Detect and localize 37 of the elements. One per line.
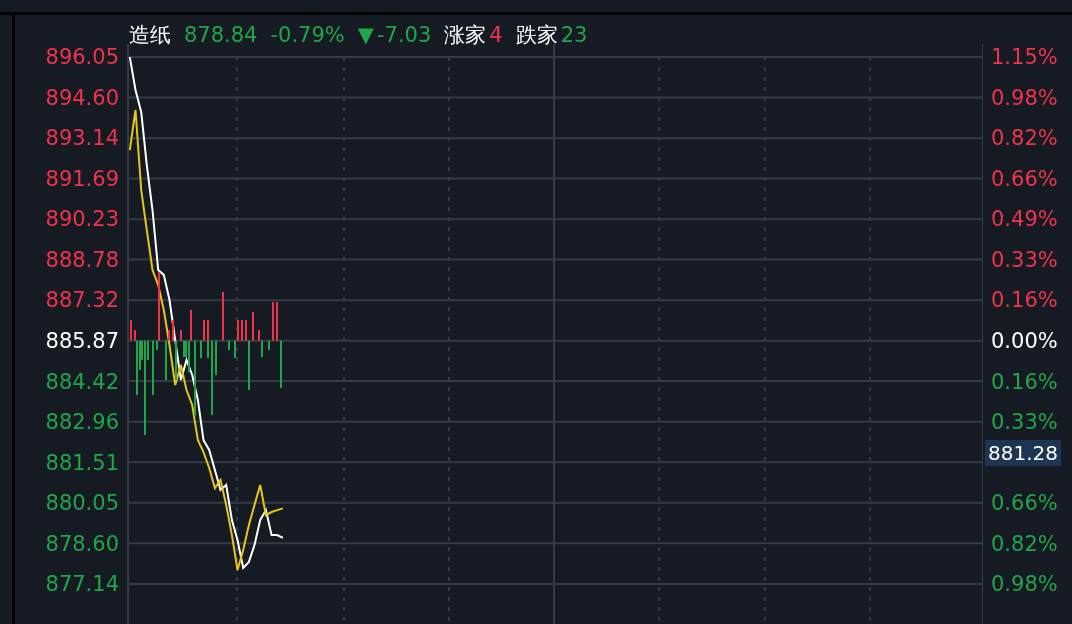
price-axis-label: 888.78 (45, 247, 119, 272)
price-axis-label: 880.05 (45, 491, 119, 516)
index-price: 878.84 (184, 22, 258, 47)
percent-axis-label: 0.98% (991, 85, 1058, 110)
price-axis-label: 881.51 (45, 450, 119, 475)
price-axis-label: 896.05 (45, 45, 119, 70)
price-axis-label: 885.87 (45, 329, 119, 353)
percent-axis-label: 0.66% (991, 166, 1058, 191)
change-percent: -0.79% (270, 22, 345, 47)
price-axis-label: 894.60 (45, 85, 119, 110)
index-name: 造纸 (129, 21, 171, 49)
down-arrow-icon: ▼ (357, 22, 374, 47)
price-axis-label: 891.69 (45, 166, 119, 191)
price-axis-label: 887.32 (45, 288, 119, 313)
price-axis-label: 884.42 (45, 369, 119, 394)
price-axis-label: 893.14 (45, 126, 119, 151)
percent-axis-label: 0.16% (991, 288, 1058, 313)
price-axis-label: 890.23 (45, 207, 119, 232)
advancers-label: 涨家 (444, 21, 487, 49)
decliners-count: 23 (560, 22, 588, 47)
price-axis-label: 877.14 (45, 572, 119, 597)
percent-axis-label: 0.16% (991, 369, 1058, 394)
percent-axis-label: 0.66% (991, 491, 1058, 516)
percent-axis-label: 0.33% (991, 247, 1058, 272)
change-value: -7.03 (376, 22, 432, 47)
percent-axis-label: 0.00% (991, 329, 1058, 353)
decliners-label: 跌家 (515, 21, 558, 49)
percent-axis-label: 1.15% (991, 45, 1058, 70)
cursor-price-tag: 881.28 (985, 439, 1061, 466)
advancers-count: 4 (489, 22, 503, 47)
percent-axis-label: 0.82% (991, 126, 1058, 151)
percent-axis-label: 0.98% (991, 572, 1058, 597)
price-axis-label: 878.60 (45, 531, 119, 556)
percent-axis-label: 0.33% (991, 410, 1058, 435)
percent-axis-label: 0.49% (991, 207, 1058, 232)
price-axis-label: 882.96 (45, 410, 119, 435)
percent-axis-label: 0.82% (991, 531, 1058, 556)
